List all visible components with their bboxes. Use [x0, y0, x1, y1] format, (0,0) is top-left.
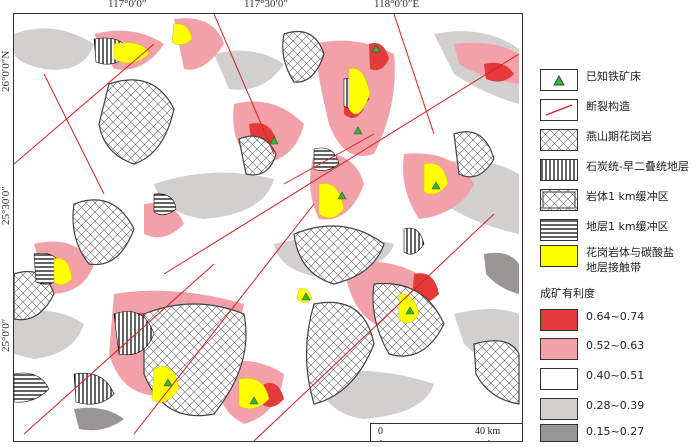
favorability-label: 0.15~0.27	[586, 425, 645, 438]
green-triangle-icon	[540, 69, 578, 91]
favorability-title: 成矿有利度	[540, 287, 595, 300]
map-canvas	[14, 14, 520, 441]
favorability-label: 0.64~0.74	[586, 310, 645, 323]
favorability-class-5: 0.15~0.27	[540, 424, 644, 442]
scale-bar: 0 40 km	[370, 423, 522, 441]
longitude-tick-117: 117°0′0″	[108, 0, 147, 10]
longitude-tick-117-30: 117°30′0″	[244, 0, 288, 10]
horizontal-stripe-pattern	[540, 219, 578, 241]
favorability-class-1: 0.64~0.74	[540, 309, 644, 331]
latitude-tick-25-30: 25°30′0″	[0, 186, 12, 225]
legend-label: 岩体1 km缓冲区	[586, 190, 669, 203]
latitude-tick-25: 25°0′0″	[0, 318, 12, 352]
favorability-swatch	[540, 424, 578, 442]
favorability-class-4: 0.28~0.39	[540, 398, 644, 420]
legend-item-contact-zone: 花岗岩体与碳酸盐 地层接触带	[540, 245, 674, 275]
legend-label: 断裂构造	[586, 100, 630, 113]
favorability-map[interactable]: 0 40 km	[13, 13, 523, 442]
longitude-tick-118: 118°0′0″E	[374, 0, 420, 10]
favorability-swatch	[540, 368, 578, 390]
legend-item-granite: 燕山期花岗岩	[540, 129, 652, 151]
favorability-label: 0.52~0.63	[586, 339, 645, 352]
favorability-swatch	[540, 398, 578, 420]
legend-label: 已知铁矿床	[586, 70, 641, 83]
favorability-class-2: 0.52~0.63	[540, 338, 644, 360]
latitude-tick-26: 26°0′0″N	[0, 50, 12, 92]
legend-label: 花岗岩体与碳酸盐 地层接触带	[586, 246, 674, 274]
favorability-label: 0.28~0.39	[586, 399, 645, 412]
contact-zone-swatch	[540, 245, 578, 267]
legend-label: 地层1 km缓冲区	[586, 220, 669, 233]
vertical-stripe-pattern	[540, 159, 578, 181]
granite-bodies	[14, 30, 520, 417]
favorability-class-3: 0.40~0.51	[540, 368, 644, 390]
red-line-icon	[540, 99, 578, 121]
favorability-swatch	[540, 309, 578, 331]
dense-crosshatch-pattern	[540, 189, 578, 211]
favorability-swatch	[540, 338, 578, 360]
legend-item-strata: 石炭统-早二叠统地层	[540, 159, 689, 181]
legend-label: 石炭统-早二叠统地层	[586, 160, 689, 173]
scale-end-label: 40 km	[475, 426, 501, 437]
scale-start-label: 0	[378, 426, 383, 437]
legend-item-strata-buffer: 地层1 km缓冲区	[540, 219, 669, 241]
legend-label: 燕山期花岗岩	[586, 130, 652, 143]
legend-item-granite-buffer: 岩体1 km缓冲区	[540, 189, 669, 211]
favorability-label: 0.40~0.51	[586, 369, 645, 382]
crosshatch-pattern	[540, 129, 578, 151]
legend-item-known-iron-deposit: 已知铁矿床	[540, 69, 641, 91]
legend-item-fault: 断裂构造	[540, 99, 630, 121]
